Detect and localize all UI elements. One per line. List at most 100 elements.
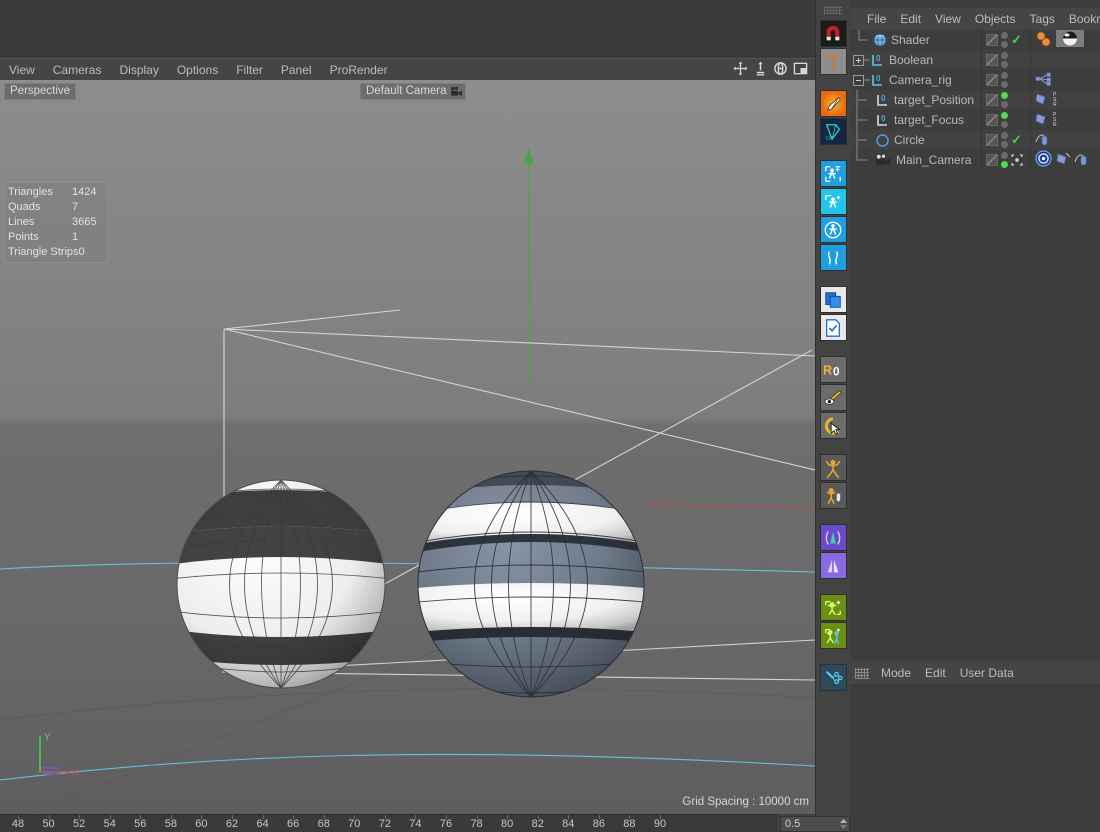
toolstrip-grip[interactable] — [824, 6, 842, 14]
move-viewport-icon[interactable] — [732, 60, 749, 77]
editor-visibility-dot[interactable] — [1001, 92, 1008, 99]
object-row-boolean[interactable]: 0 Boolean — [851, 50, 1100, 70]
constraint-tag[interactable] — [1035, 91, 1050, 110]
visibility-dots[interactable] — [1001, 152, 1008, 168]
null-object-icon[interactable]: 0 — [875, 93, 890, 108]
object-row-circle[interactable]: Circle ✓ — [851, 130, 1100, 150]
om-menu-bookmarks[interactable]: Bookm — [1062, 9, 1100, 29]
visibility-toggle[interactable] — [986, 94, 998, 106]
mocap-icon[interactable] — [819, 244, 847, 271]
null-object-icon[interactable]: 0 — [870, 73, 885, 88]
render-visibility-dot[interactable] — [1001, 81, 1008, 88]
purple-mirror-icon[interactable] — [819, 552, 847, 579]
am-menu-user-data[interactable]: User Data — [953, 663, 1021, 683]
constraint-tag[interactable] — [1035, 111, 1050, 130]
render-visibility-dot[interactable] — [1001, 101, 1008, 108]
timeline-ruler[interactable]: 48 50 52 54 56 58 60 62 64 66 68 70 72 74 76 78 80 82 84 86… — [0, 814, 778, 832]
editor-visibility-dot[interactable] — [1001, 132, 1008, 139]
object-row-camera-rig[interactable]: 0 Camera_rig — [851, 70, 1100, 90]
sphere-object-icon[interactable] — [873, 33, 887, 47]
orange-figure-bind-icon[interactable] — [819, 482, 847, 509]
null-object-icon[interactable]: 0 — [875, 113, 890, 128]
visibility-column[interactable]: ✓ — [982, 30, 1031, 50]
render-visibility-dot[interactable] — [1001, 161, 1008, 168]
visibility-toggle[interactable] — [986, 134, 998, 146]
constraint-tag[interactable] — [1055, 151, 1071, 170]
viewport-menu-cameras[interactable]: Cameras — [44, 59, 111, 81]
object-name-cell[interactable]: 0 target_Position — [851, 90, 982, 110]
spinner-arrows-icon[interactable] — [838, 817, 849, 831]
om-menu-objects[interactable]: Objects — [968, 9, 1023, 29]
rotation-zero-icon[interactable]: R 0 — [819, 356, 847, 383]
material-dots-tag[interactable] — [1035, 31, 1053, 50]
expander-plus-icon[interactable] — [853, 54, 864, 66]
tag-column[interactable] — [1033, 70, 1100, 90]
psr-tag[interactable]: P S R — [1053, 111, 1064, 130]
visibility-column[interactable]: ✓ — [982, 130, 1031, 150]
viewport-menu-prorender[interactable]: ProRender — [321, 59, 397, 81]
xpresso-tag[interactable] — [1035, 71, 1053, 90]
tag-column[interactable] — [1033, 150, 1100, 170]
viewport-menu-panel[interactable]: Panel — [272, 59, 321, 81]
orange-figure-icon[interactable] — [819, 454, 847, 481]
object-tree[interactable]: Shader ✓ 0 Boolean 0 Camera_rig 0 target… — [851, 30, 1100, 660]
render-visibility-dot[interactable] — [1001, 41, 1008, 48]
render-visibility-dot[interactable] — [1001, 121, 1008, 128]
object-name-cell[interactable]: Shader — [851, 30, 982, 50]
visibility-column[interactable] — [982, 70, 1031, 90]
object-name-cell[interactable]: 0 Boolean — [851, 50, 982, 70]
checked-page-icon[interactable] — [819, 314, 847, 341]
zoom-viewport-icon[interactable] — [752, 60, 769, 77]
null-object-icon[interactable]: 0 — [870, 53, 885, 68]
object-row-shader[interactable]: Shader ✓ — [851, 30, 1100, 50]
om-menu-view[interactable]: View — [928, 9, 968, 29]
visibility-toggle[interactable] — [986, 74, 998, 86]
timeline-track[interactable]: 48 50 52 54 56 58 60 62 64 66 68 70 72 74 76 78 80 82 84 86… — [0, 815, 778, 832]
polygon-pen-icon[interactable]: OP — [819, 118, 847, 145]
editor-visibility-dot[interactable] — [1001, 72, 1008, 79]
timeline-value-spinner[interactable]: 0.5 — [780, 816, 850, 832]
object-name-cell[interactable]: 0 Camera_rig — [851, 70, 982, 90]
render-visibility-dot[interactable] — [1001, 141, 1008, 148]
visibility-column[interactable] — [982, 90, 1031, 110]
editor-visibility-dot[interactable] — [1001, 52, 1008, 59]
tag-column[interactable] — [1033, 30, 1100, 50]
viewport-menu-options[interactable]: Options — [168, 59, 227, 81]
paint-brush-icon[interactable] — [819, 90, 847, 117]
camera-object-icon[interactable] — [875, 153, 892, 167]
visibility-dots[interactable] — [1001, 92, 1008, 108]
visibility-column[interactable] — [982, 50, 1031, 70]
text-tool-icon[interactable] — [819, 48, 847, 75]
visibility-toggle[interactable] — [986, 34, 998, 46]
perspective-label[interactable]: Perspective — [4, 83, 77, 100]
visibility-dots[interactable] — [1001, 52, 1008, 68]
object-name-cell[interactable]: Main_Camera — [851, 150, 982, 170]
tag-column[interactable]: P S R — [1033, 110, 1100, 130]
visibility-dots[interactable] — [1001, 32, 1008, 48]
visibility-dots[interactable] — [1001, 72, 1008, 88]
visibility-toggle[interactable] — [986, 114, 998, 126]
visibility-toggle[interactable] — [986, 154, 998, 166]
viewport-menu-display[interactable]: Display — [110, 59, 167, 81]
active-camera-marker-icon[interactable] — [1011, 154, 1023, 166]
tag-column[interactable] — [1033, 130, 1100, 150]
maximize-viewport-icon[interactable] — [792, 60, 809, 77]
object-row-target-focus[interactable]: 0 target_Focus P S R — [851, 110, 1100, 130]
attribute-manager-grip[interactable] — [855, 667, 869, 679]
circle-spline-icon[interactable] — [875, 133, 890, 148]
tag-column[interactable]: P S R — [1033, 90, 1100, 110]
rotate-viewport-icon[interactable] — [772, 60, 789, 77]
target-tag[interactable] — [1035, 150, 1052, 170]
psr-tag[interactable]: P S R — [1053, 91, 1064, 110]
editor-visibility-dot[interactable] — [1001, 152, 1008, 159]
object-row-main-camera[interactable]: Main_Camera — [851, 150, 1100, 170]
align-to-spline-tag[interactable] — [1074, 151, 1090, 170]
magnet-icon[interactable] — [819, 20, 847, 47]
om-menu-file[interactable]: File — [860, 9, 893, 29]
editor-visibility-dot[interactable] — [1001, 112, 1008, 119]
visibility-dots[interactable] — [1001, 132, 1008, 148]
visibility-toggle[interactable] — [986, 54, 998, 66]
character-component-icon[interactable] — [819, 188, 847, 215]
am-menu-mode[interactable]: Mode — [874, 663, 918, 683]
green-figure-add-icon[interactable] — [819, 594, 847, 621]
